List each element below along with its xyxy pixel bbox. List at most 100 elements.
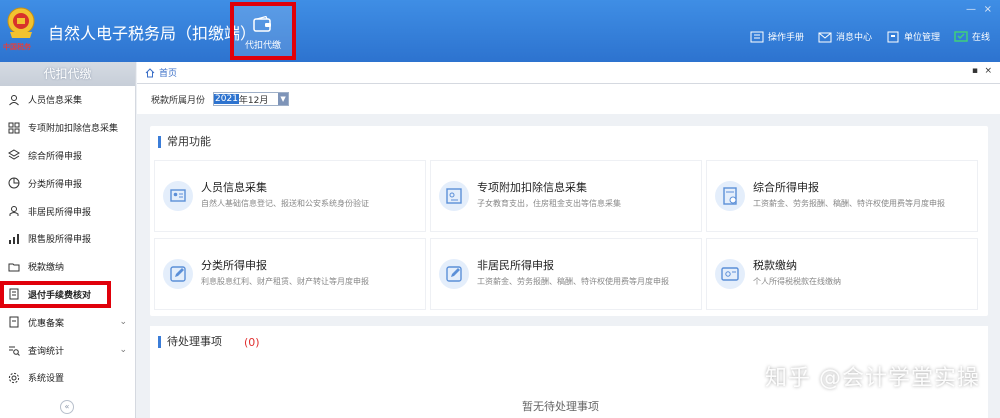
- minimize-button[interactable]: —: [966, 4, 976, 15]
- agent-withholding-tab[interactable]: 代扣代缴: [230, 2, 296, 60]
- message-center-link[interactable]: 消息中心: [818, 30, 872, 43]
- card-title: 税款缴纳: [753, 259, 797, 272]
- agent-tab-label: 代扣代缴: [244, 41, 281, 51]
- sidebar: 代扣代缴 人员信息采集 专项附加扣除信息采集 综合所得申报 分类所得申报 非居民…: [0, 62, 136, 418]
- file-icon: [9, 316, 19, 328]
- card-special-deduction[interactable]: 专项附加扣除信息采集 子女教育支出，住房租金支出等信息采集: [430, 160, 702, 232]
- card-title: 分类所得申报: [201, 259, 267, 272]
- header-links: 操作手册 消息中心 单位管理 在线: [750, 30, 990, 43]
- sidebar-item-classified-income[interactable]: 分类所得申报: [0, 169, 135, 197]
- message-center-label: 消息中心: [835, 33, 872, 43]
- query-icon: [9, 346, 20, 356]
- pending-title: 待处理事项: [158, 336, 222, 348]
- home-icon: [145, 67, 155, 77]
- pie-icon: [8, 177, 20, 189]
- manual-link[interactable]: 操作手册: [750, 30, 804, 43]
- mail-icon: [818, 32, 832, 42]
- app-title: 自然人电子税务局（扣缴端）: [48, 24, 257, 43]
- tax-month-select[interactable]: 2021 年12月 ▼: [213, 92, 290, 106]
- bar-chart-icon: [9, 233, 19, 244]
- tax-month-year: 2021: [214, 94, 239, 104]
- sidebar-item-label: 税款缴纳: [28, 263, 65, 274]
- document-check-icon: [9, 288, 19, 300]
- online-status[interactable]: 在线: [954, 30, 990, 43]
- card-description: 利息股息红利、财产租赁、财产转让等月度申报: [201, 277, 369, 286]
- sidebar-item-comprehensive-income[interactable]: 综合所得申报: [0, 142, 135, 170]
- card-nonresident-income[interactable]: 非居民所得申报 工资薪金、劳务报酬、稿酬、特许权使用费等月度申报: [430, 238, 702, 310]
- edit-icon: [163, 259, 193, 289]
- sidebar-item-label: 综合所得申报: [28, 151, 83, 162]
- card-description: 自然人基础信息登记、报送和公安系统身份验证: [201, 199, 369, 208]
- payment-icon: [715, 259, 745, 289]
- card-description: 工资薪金、劳务报酬、稿酬、特许权使用费等月度申报: [753, 199, 945, 208]
- card-description: 工资薪金、劳务报酬、稿酬、特许权使用费等月度申报: [477, 277, 669, 286]
- breadcrumb: 首页 ▪ ×: [137, 62, 1000, 84]
- online-status-label: 在线: [971, 33, 990, 43]
- sidebar-item-restricted-shares[interactable]: 限售股所得申报: [0, 225, 135, 253]
- sidebar-item-nonresident-income[interactable]: 非居民所得申报: [0, 197, 135, 225]
- report-icon: [715, 181, 745, 211]
- sidebar-item-label: 查询统计: [28, 346, 65, 357]
- unit-management-link[interactable]: 单位管理: [886, 30, 940, 43]
- grid-icon: [8, 122, 20, 134]
- card-personnel-info[interactable]: 人员信息采集 自然人基础信息登记、报送和公安系统身份验证: [154, 160, 426, 232]
- common-functions-title: 常用功能: [158, 136, 211, 148]
- gear-icon: [8, 372, 20, 383]
- sidebar-item-label: 优惠备案: [28, 318, 65, 329]
- watermark: 知乎 @会计学堂实操: [765, 366, 980, 391]
- card-title: 人员信息采集: [201, 181, 267, 194]
- sidebar-item-query-statistics[interactable]: 查询统计 ⌄: [0, 336, 135, 364]
- manual-icon: [750, 31, 764, 42]
- tax-emblem-icon: [7, 7, 35, 38]
- person-outline-icon: [9, 206, 19, 217]
- card-title: 综合所得申报: [753, 181, 819, 194]
- common-functions-panel: 常用功能 人员信息采集 自然人基础信息登记、报送和公安系统身份验证 专项附加扣除…: [150, 126, 988, 316]
- card-tax-payment[interactable]: 税款缴纳 个人所得税税款在线缴纳: [706, 238, 978, 310]
- folder-icon: [8, 263, 20, 272]
- app-header: 中国税务 自然人电子税务局（扣缴端） 代扣代缴 — × 操作手册 消息中心 单位…: [0, 0, 1000, 62]
- card-description: 个人所得税税款在线缴纳: [753, 277, 841, 286]
- deduction-icon: [439, 181, 469, 211]
- online-status-icon: [954, 30, 968, 42]
- tax-month-label: 税款所属月份: [151, 95, 206, 106]
- manual-label: 操作手册: [767, 33, 804, 43]
- layers-icon: [8, 149, 20, 161]
- sidebar-item-label: 退付手续费核对: [28, 290, 92, 301]
- sidebar-item-preferential-filing[interactable]: 优惠备案 ⌄: [0, 308, 135, 336]
- pending-count: (0): [244, 336, 260, 349]
- sidebar-item-system-settings[interactable]: 系统设置: [0, 364, 135, 392]
- filter-bar: 税款所属月份 2021 年12月 ▼: [137, 84, 1000, 114]
- sidebar-item-personnel-info[interactable]: 人员信息采集: [0, 86, 135, 114]
- building-icon: [887, 31, 899, 42]
- sidebar-item-tax-payment[interactable]: 税款缴纳: [0, 253, 135, 281]
- card-classified-income[interactable]: 分类所得申报 利息股息红利、财产租赁、财产转让等月度申报: [154, 238, 426, 310]
- person-icon: [9, 94, 19, 106]
- sidebar-item-label: 非居民所得申报: [28, 207, 92, 218]
- tax-month-month: 年12月: [238, 95, 269, 106]
- sidebar-item-label: 人员信息采集: [28, 96, 83, 107]
- sidebar-item-label: 分类所得申报: [28, 179, 83, 190]
- card-title: 非居民所得申报: [477, 259, 554, 272]
- logo-caption: 中国税务: [3, 43, 31, 51]
- sidebar-collapse-button[interactable]: «: [60, 400, 74, 414]
- card-title: 专项附加扣除信息采集: [477, 181, 587, 194]
- wallet-icon: [253, 16, 271, 32]
- tab-restore-icon[interactable]: ▪: [972, 66, 978, 76]
- sidebar-item-label: 限售股所得申报: [28, 235, 92, 246]
- sidebar-item-fee-refund-check[interactable]: 退付手续费核对: [0, 280, 111, 309]
- sidebar-item-label: 系统设置: [28, 374, 65, 385]
- tab-close-icon[interactable]: ×: [984, 66, 992, 76]
- sidebar-item-label: 专项附加扣除信息采集: [28, 124, 119, 135]
- chevron-down-icon: ▼: [278, 93, 289, 105]
- unit-management-label: 单位管理: [903, 33, 940, 43]
- edit-icon: [439, 259, 469, 289]
- pending-empty-text: 暂无待处理事项: [522, 400, 599, 413]
- chevron-down-icon: ⌄: [119, 345, 127, 356]
- sidebar-item-special-deduction[interactable]: 专项附加扣除信息采集: [0, 114, 135, 142]
- breadcrumb-home[interactable]: 首页: [159, 66, 177, 79]
- card-comprehensive-income[interactable]: 综合所得申报 工资薪金、劳务报酬、稿酬、特许权使用费等月度申报: [706, 160, 978, 232]
- sidebar-heading: 代扣代缴: [0, 62, 135, 86]
- close-button[interactable]: ×: [984, 4, 992, 15]
- id-card-icon: [163, 181, 193, 211]
- chevron-down-icon: ⌄: [119, 317, 127, 328]
